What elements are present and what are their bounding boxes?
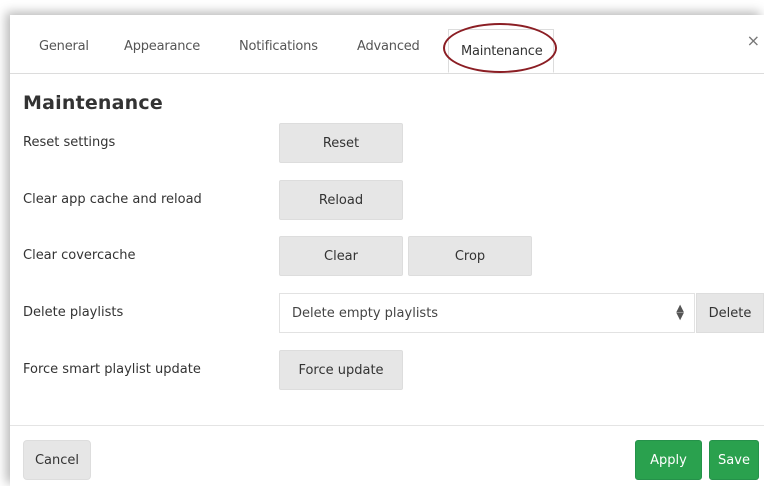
tab-appearance[interactable]: Appearance	[124, 39, 200, 54]
settings-dialog: General Appearance Notifications Advance…	[10, 15, 764, 486]
tab-maintenance[interactable]: Maintenance	[448, 29, 554, 73]
delete-playlists-label: Delete playlists	[23, 305, 124, 320]
tab-advanced[interactable]: Advanced	[357, 39, 420, 54]
tab-general[interactable]: General	[39, 39, 89, 54]
clear-button[interactable]: Clear	[279, 236, 403, 276]
force-update-button[interactable]: Force update	[279, 350, 403, 390]
select-caret-icon: ▲ ▼	[676, 303, 684, 322]
reset-button[interactable]: Reset	[279, 123, 403, 163]
close-icon[interactable]: ×	[747, 31, 760, 50]
save-button[interactable]: Save	[709, 440, 759, 480]
section-title: Maintenance	[23, 92, 163, 114]
delete-playlists-selected-value: Delete empty playlists	[292, 305, 439, 321]
reset-settings-label: Reset settings	[23, 135, 116, 150]
clear-covercache-label: Clear covercache	[23, 248, 136, 263]
tab-notifications[interactable]: Notifications	[239, 39, 318, 54]
footer-divider	[10, 425, 764, 426]
apply-button[interactable]: Apply	[635, 440, 702, 480]
reload-button[interactable]: Reload	[279, 180, 403, 220]
tab-bar: General Appearance Notifications Advance…	[10, 15, 764, 74]
cancel-button[interactable]: Cancel	[23, 440, 91, 480]
clear-cache-label: Clear app cache and reload	[23, 192, 202, 207]
delete-playlists-select[interactable]: Delete empty playlists ▲ ▼	[279, 293, 695, 333]
force-smart-update-label: Force smart playlist update	[23, 362, 201, 377]
crop-button[interactable]: Crop	[408, 236, 532, 276]
delete-button[interactable]: Delete	[696, 293, 764, 333]
